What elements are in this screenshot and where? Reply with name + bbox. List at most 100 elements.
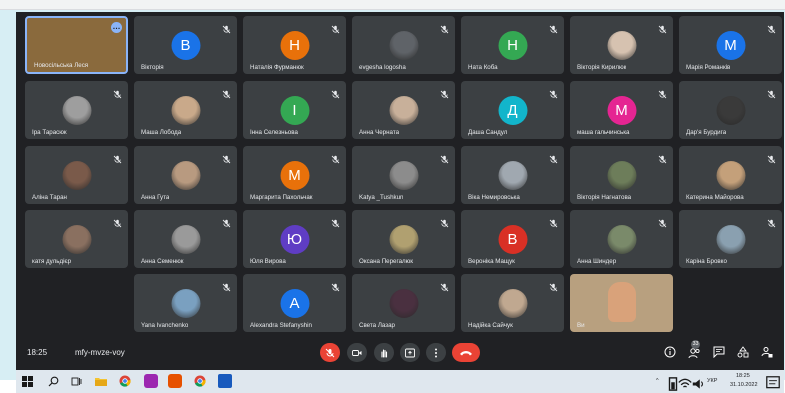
participant-tile[interactable]: катя дульдієр bbox=[25, 210, 128, 268]
tile-options-icon[interactable]: … bbox=[111, 22, 122, 33]
participant-avatar-photo bbox=[607, 161, 636, 190]
chat-button[interactable] bbox=[713, 345, 727, 359]
participant-tile[interactable]: Аліна Таран bbox=[25, 146, 128, 204]
participant-avatar-photo bbox=[171, 289, 200, 318]
chat-icon bbox=[713, 346, 725, 359]
participant-name: Катерина Майорова bbox=[686, 194, 744, 201]
participants-count-badge: 33 bbox=[691, 340, 700, 349]
mic-muted-icon bbox=[767, 151, 776, 164]
participant-avatar-photo bbox=[389, 289, 418, 318]
participant-tile[interactable]: Надійка Сайчук bbox=[461, 274, 564, 332]
participant-name: Ви bbox=[577, 322, 585, 329]
participant-name: Ната Коба bbox=[468, 64, 498, 71]
host-controls-button[interactable] bbox=[761, 345, 775, 359]
camera-button[interactable] bbox=[347, 343, 367, 362]
mic-muted-icon bbox=[549, 86, 558, 99]
leave-call-button[interactable] bbox=[452, 343, 480, 362]
participant-name: Юля Вирова bbox=[250, 258, 286, 265]
clock-date[interactable]: 31.10.2022 bbox=[730, 382, 758, 388]
participant-avatar-photo bbox=[389, 161, 418, 190]
file-explorer-icon[interactable] bbox=[95, 374, 109, 388]
people-button[interactable]: 33 bbox=[688, 340, 702, 359]
windows-start-icon[interactable] bbox=[22, 374, 36, 388]
participant-tile[interactable]: Ви bbox=[570, 274, 673, 332]
network-icon[interactable] bbox=[678, 377, 692, 391]
participant-tile[interactable]: Віка Немировська bbox=[461, 146, 564, 204]
participant-tile[interactable]: Вікторія Нагнатова bbox=[570, 146, 673, 204]
participant-tile[interactable]: Каріна Бровко bbox=[679, 210, 782, 268]
participant-tile[interactable]: Yana Ivanchenko bbox=[134, 274, 237, 332]
participant-name: Анна Черната bbox=[359, 129, 400, 136]
clock-time[interactable]: 18:25 bbox=[736, 373, 750, 379]
participant-name: Каріна Бровко bbox=[686, 258, 727, 265]
volume-icon[interactable] bbox=[692, 377, 706, 391]
word-icon[interactable] bbox=[218, 374, 232, 388]
participant-avatar-photo bbox=[171, 225, 200, 254]
participant-tile[interactable]: В Вікторія bbox=[134, 16, 237, 74]
participant-name: Yana Ivanchenko bbox=[141, 322, 189, 329]
viber-icon[interactable] bbox=[144, 374, 158, 388]
notifications-icon[interactable] bbox=[766, 376, 780, 390]
meeting-details-button[interactable] bbox=[664, 345, 678, 359]
participant-name: Света Лазар bbox=[359, 322, 395, 329]
participant-tile[interactable]: В Вероніка Мащук bbox=[461, 210, 564, 268]
mic-muted-icon bbox=[113, 86, 122, 99]
task-view-icon[interactable] bbox=[71, 374, 85, 388]
mic-off-button[interactable] bbox=[320, 343, 340, 362]
present-button[interactable] bbox=[400, 343, 420, 362]
activities-shapes-icon bbox=[737, 346, 749, 358]
participant-tile[interactable]: Н Ната Коба bbox=[461, 16, 564, 74]
mic-muted-icon bbox=[658, 151, 667, 164]
participant-tile[interactable]: Ммаша гальчинська bbox=[570, 81, 673, 139]
participant-tile[interactable]: Катерина Майорова bbox=[679, 146, 782, 204]
participant-tile[interactable]: evgesha logosha bbox=[352, 16, 455, 74]
participant-avatar-photo bbox=[607, 31, 636, 60]
mic-muted-icon bbox=[658, 215, 667, 228]
end-call-icon bbox=[460, 350, 472, 355]
language-indicator[interactable]: УКР bbox=[707, 378, 717, 384]
more-options-button[interactable] bbox=[426, 343, 446, 362]
chrome-icon[interactable] bbox=[119, 374, 133, 388]
participant-avatar-letter: В bbox=[171, 31, 200, 60]
participant-tile[interactable]: Анна Семенюк bbox=[134, 210, 237, 268]
participant-tile[interactable]: Дар'я Бурдига bbox=[679, 81, 782, 139]
participant-avatar-photo bbox=[607, 225, 636, 254]
participant-tile[interactable]: Анна Черната bbox=[352, 81, 455, 139]
participant-tile[interactable]: Ю Юля Вирова bbox=[243, 210, 346, 268]
mic-muted-icon bbox=[440, 151, 449, 164]
activities-button[interactable] bbox=[737, 345, 751, 359]
participant-avatar-photo bbox=[389, 225, 418, 254]
participant-tile[interactable]: Д Даша Сандул bbox=[461, 81, 564, 139]
participant-tile[interactable]: Н Наталія Фурманюк bbox=[243, 16, 346, 74]
participant-tile[interactable]: Новосільська Леся… bbox=[25, 16, 128, 74]
participant-name: Віка Немировська bbox=[468, 194, 520, 201]
participant-avatar-letter: А bbox=[280, 289, 309, 318]
participant-tile[interactable]: Маша Лобода bbox=[134, 81, 237, 139]
tray-arrow-icon[interactable]: ^ bbox=[656, 378, 659, 384]
meeting-time: 18:25 bbox=[27, 348, 48, 357]
camera-icon bbox=[352, 349, 362, 356]
participant-tile[interactable]: М Маргарита Пахольчак bbox=[243, 146, 346, 204]
participant-tile[interactable]: Света Лазар bbox=[352, 274, 455, 332]
participant-tile[interactable]: Іра Тарасюк bbox=[25, 81, 128, 139]
participant-tile[interactable]: Вікторія Кирилюк bbox=[570, 16, 673, 74]
participant-tile[interactable]: Оксана Перегалюк bbox=[352, 210, 455, 268]
mic-muted-icon bbox=[222, 151, 231, 164]
participant-tile[interactable]: Анна Гута bbox=[134, 146, 237, 204]
participant-tile[interactable]: І Інна Селезньова bbox=[243, 81, 346, 139]
search-icon[interactable] bbox=[48, 374, 62, 388]
mic-muted-icon bbox=[549, 21, 558, 34]
participant-avatar-letter: І bbox=[280, 96, 309, 125]
participant-tile[interactable]: М Марія Романків bbox=[679, 16, 782, 74]
pinned-app-icon[interactable] bbox=[168, 374, 182, 388]
mic-muted-icon bbox=[658, 21, 667, 34]
participant-tile[interactable]: А Alexandra Stefanyshin bbox=[243, 274, 346, 332]
participant-name: Анна Семенюк bbox=[141, 258, 184, 265]
participant-name: Анна Гута bbox=[141, 194, 170, 201]
participant-avatar-photo bbox=[62, 96, 91, 125]
chrome-second-icon[interactable] bbox=[194, 374, 208, 388]
raise-hand-button[interactable] bbox=[374, 343, 394, 362]
participant-name: Вікторія bbox=[141, 64, 164, 71]
participant-tile[interactable]: Katya _Tushkun bbox=[352, 146, 455, 204]
participant-tile[interactable]: Анна Шиндер bbox=[570, 210, 673, 268]
